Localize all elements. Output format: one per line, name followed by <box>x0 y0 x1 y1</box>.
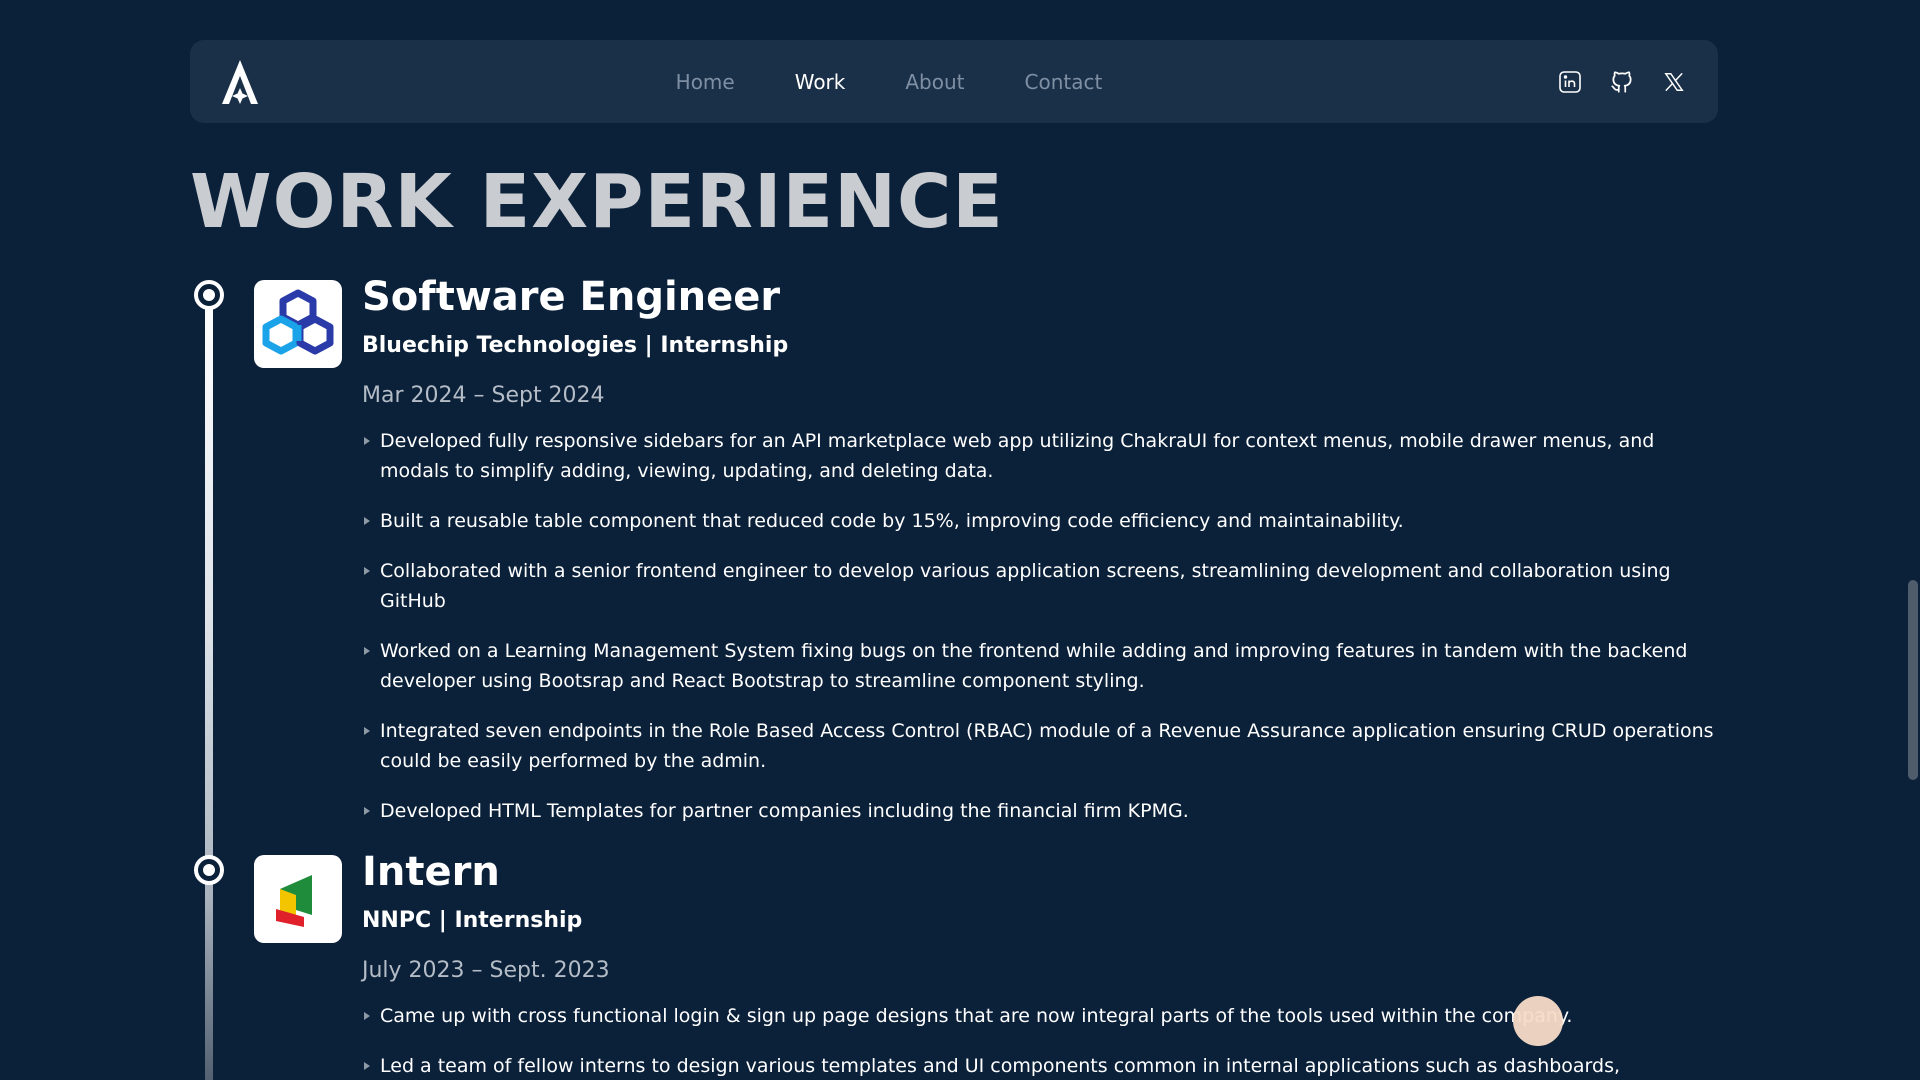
list-item: Built a reusable table component that re… <box>362 506 1722 536</box>
nav-link-about[interactable]: About <box>905 70 964 94</box>
scrollbar[interactable] <box>1906 0 1920 1080</box>
timeline-dot <box>194 280 224 310</box>
experience-details: Software Engineer Bluechip Technologies … <box>362 270 1722 846</box>
x-icon[interactable] <box>1660 68 1688 96</box>
job-title: Intern <box>362 849 500 895</box>
nnpc-logo-icon <box>276 875 312 927</box>
bluechip-logo-icon <box>262 289 334 355</box>
list-item: Worked on a Learning Management System f… <box>362 636 1722 696</box>
page-title: WORK EXPERIENCE <box>190 159 1004 245</box>
nav-link-contact[interactable]: Contact <box>1025 70 1103 94</box>
company-name: Bluechip Technologies | Internship <box>362 333 789 358</box>
cursor-follower <box>1513 996 1563 1046</box>
social-links <box>1556 40 1688 123</box>
responsibilities-list: Developed fully responsive sidebars for … <box>362 426 1722 826</box>
scrollbar-thumb[interactable] <box>1908 580 1918 780</box>
nav-link-work[interactable]: Work <box>795 70 846 94</box>
linkedin-icon[interactable] <box>1556 68 1584 96</box>
job-dates: July 2023 – Sept. 2023 <box>362 958 610 983</box>
company-name: NNPC | Internship <box>362 908 583 933</box>
job-title: Software Engineer <box>362 274 781 320</box>
experience-details: Intern NNPC | Internship July 2023 – Sep… <box>362 845 1722 1080</box>
list-item: Collaborated with a senior frontend engi… <box>362 556 1722 616</box>
job-dates: Mar 2024 – Sept 2024 <box>362 383 605 408</box>
navbar: Home Work About Contact <box>190 40 1718 123</box>
company-logo-bluechip <box>254 280 342 368</box>
list-item: Developed HTML Templates for partner com… <box>362 796 1722 826</box>
page: Home Work About Contact WORK EXPERIENCE … <box>0 0 1920 1080</box>
nav-link-home[interactable]: Home <box>676 70 735 94</box>
nav-links: Home Work About Contact <box>190 40 1718 123</box>
timeline-dot <box>194 855 224 885</box>
company-logo-nnpc <box>254 855 342 943</box>
github-icon[interactable] <box>1608 68 1636 96</box>
timeline-line <box>205 295 213 1080</box>
list-item: Integrated seven endpoints in the Role B… <box>362 716 1722 776</box>
list-item: Led a team of fellow interns to design v… <box>362 1051 1722 1080</box>
list-item: Developed fully responsive sidebars for … <box>362 426 1722 486</box>
